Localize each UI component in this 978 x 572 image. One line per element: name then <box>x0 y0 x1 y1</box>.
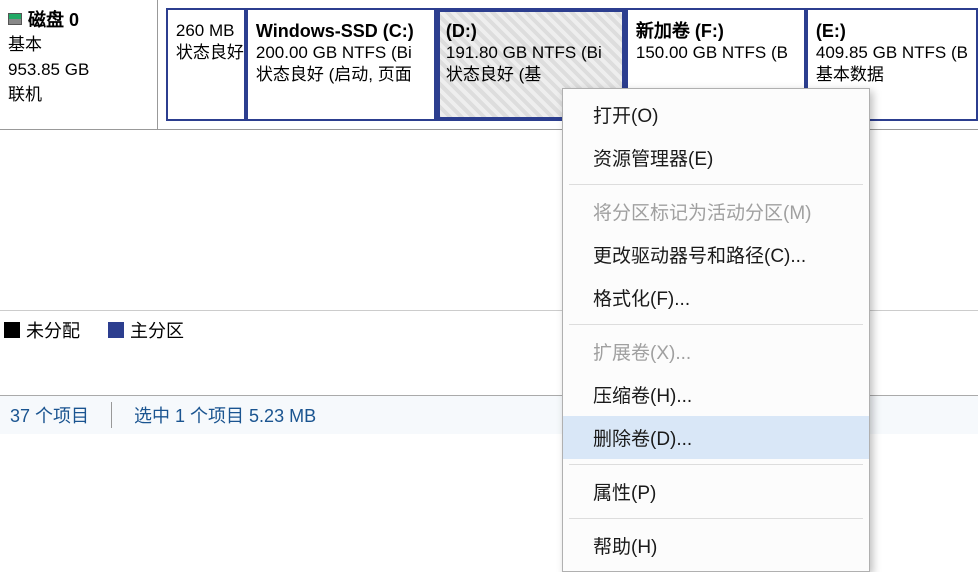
disk-type: 基本 <box>8 32 149 57</box>
partition-c[interactable]: Windows-SSD (C:) 200.00 GB NTFS (Bi 状态良好… <box>246 8 436 121</box>
context-menu: 打开(O) 资源管理器(E) 将分区标记为活动分区(M) 更改驱动器号和路径(C… <box>562 88 870 572</box>
swatch-unallocated <box>4 322 20 338</box>
disk-icon <box>8 13 22 25</box>
partition-reserved[interactable]: 260 MB 状态良好 <box>166 8 246 121</box>
menu-help[interactable]: 帮助(H) <box>563 524 869 567</box>
menu-delete[interactable]: 删除卷(D)... <box>563 416 869 459</box>
menu-properties[interactable]: 属性(P) <box>563 470 869 513</box>
disk-info-panel: 磁盘 0 基本 953.85 GB 联机 <box>0 0 158 129</box>
menu-explorer[interactable]: 资源管理器(E) <box>563 136 869 179</box>
legend-unallocated: 未分配 <box>4 317 80 343</box>
menu-mark-active: 将分区标记为活动分区(M) <box>563 190 869 233</box>
menu-separator <box>569 464 863 465</box>
disk-status: 联机 <box>8 82 149 107</box>
menu-format[interactable]: 格式化(F)... <box>563 276 869 319</box>
menu-shrink[interactable]: 压缩卷(H)... <box>563 373 869 416</box>
menu-open[interactable]: 打开(O) <box>563 93 869 136</box>
status-count: 37 个项目 <box>10 402 112 428</box>
disk-title: 磁盘 0 <box>28 6 79 32</box>
status-selected: 选中 1 个项目 5.23 MB <box>134 402 338 428</box>
menu-extend: 扩展卷(X)... <box>563 330 869 373</box>
menu-separator <box>569 184 863 185</box>
disk-size: 953.85 GB <box>8 57 149 82</box>
menu-separator <box>569 324 863 325</box>
legend-primary: 主分区 <box>108 317 184 343</box>
menu-change-drive[interactable]: 更改驱动器号和路径(C)... <box>563 233 869 276</box>
menu-separator <box>569 518 863 519</box>
swatch-primary <box>108 322 124 338</box>
